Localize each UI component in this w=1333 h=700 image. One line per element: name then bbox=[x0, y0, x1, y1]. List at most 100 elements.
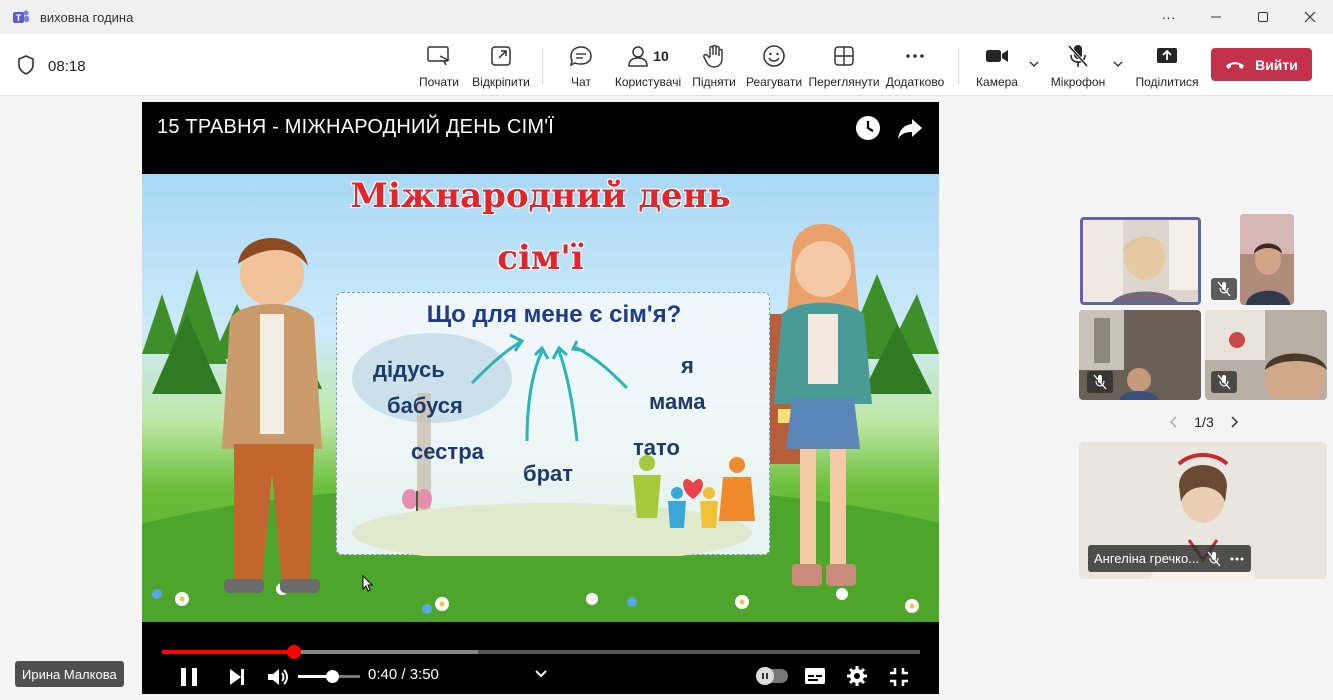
word-mom: мама bbox=[649, 389, 706, 414]
people-label: Користувачі bbox=[614, 75, 682, 89]
participant-4-muted bbox=[1211, 371, 1237, 393]
slide-board: Що для мене є сім'я? дідусь бабуся сестр… bbox=[336, 292, 770, 556]
participant-tile-2[interactable] bbox=[1240, 214, 1294, 305]
word-grandpa: дідусь bbox=[373, 357, 445, 382]
react-button[interactable]: Реагувати bbox=[746, 42, 802, 90]
toolbar-divider bbox=[958, 48, 959, 84]
svg-text:T: T bbox=[16, 13, 22, 23]
window-title: виховна година bbox=[40, 9, 134, 25]
leave-label: Вийти bbox=[1255, 56, 1298, 73]
butterfly-icon bbox=[402, 489, 432, 511]
more-label: Додатково bbox=[885, 75, 945, 89]
volume-slider-knob[interactable] bbox=[326, 670, 340, 683]
participant-video bbox=[1240, 214, 1294, 305]
grid-view-icon bbox=[834, 46, 854, 66]
share-label: Поділитися bbox=[1135, 75, 1199, 89]
video-controls: 0:40 / 3:50 bbox=[142, 622, 939, 694]
spotlight-name: Ангеліна гречко... bbox=[1094, 551, 1200, 566]
watch-later-icon[interactable] bbox=[854, 114, 882, 142]
shield-icon bbox=[18, 55, 34, 75]
smiley-icon bbox=[763, 45, 785, 67]
chat-icon bbox=[569, 46, 592, 67]
chapter-chevron-icon[interactable] bbox=[534, 668, 548, 680]
maximize-icon[interactable] bbox=[1239, 0, 1286, 34]
pause-icon[interactable] bbox=[178, 666, 200, 688]
toolbar-divider bbox=[542, 48, 543, 84]
more-dots-icon bbox=[906, 54, 924, 58]
autoplay-toggle[interactable] bbox=[756, 667, 788, 685]
board-question: Що для мене є сім'я? bbox=[426, 301, 682, 328]
title-bar: T виховна година ··· bbox=[0, 0, 1333, 34]
participant-tile-3[interactable] bbox=[1079, 310, 1201, 400]
presenter-name-label: Ирина Малкова bbox=[15, 661, 124, 687]
participant-spotlight-tile[interactable]: Ангеліна гречко... bbox=[1079, 442, 1327, 579]
view-button[interactable]: Переглянути bbox=[808, 42, 880, 90]
popout-label: Відкріпити bbox=[472, 75, 530, 89]
board-illustration bbox=[352, 333, 755, 556]
chat-label: Чат bbox=[571, 75, 591, 89]
settings-gear-icon[interactable] bbox=[846, 665, 868, 687]
volume-icon[interactable] bbox=[266, 666, 290, 688]
chat-button[interactable]: Чат bbox=[567, 42, 595, 90]
meeting-toolbar: 08:18 Почати Відкріпити Чат 10 Користува… bbox=[0, 34, 1333, 96]
mic-options-chevron-icon[interactable] bbox=[1112, 58, 1124, 70]
mic-off-icon bbox=[1217, 374, 1231, 390]
participant-tile-4[interactable] bbox=[1205, 310, 1327, 400]
close-icon[interactable] bbox=[1286, 0, 1333, 34]
share-button[interactable]: Поділитися bbox=[1135, 42, 1199, 90]
meeting-timer: 08:18 bbox=[48, 58, 86, 75]
pager-label: 1/3 bbox=[1194, 414, 1214, 430]
word-sister: сестра bbox=[411, 439, 484, 464]
share-arrow-icon[interactable] bbox=[896, 114, 924, 142]
participant-2-muted bbox=[1211, 278, 1237, 300]
mic-off-icon bbox=[1067, 44, 1089, 68]
people-count: 10 bbox=[653, 48, 669, 64]
start-label: Почати bbox=[419, 75, 459, 89]
people-button[interactable]: 10 Користувачі bbox=[614, 42, 682, 90]
participant-video bbox=[1083, 220, 1198, 302]
mic-off-icon bbox=[1207, 551, 1221, 566]
screen-start-icon bbox=[427, 46, 451, 66]
word-dad: тато bbox=[633, 435, 680, 460]
more-options-icon[interactable]: ··· bbox=[1145, 0, 1192, 34]
word-grandma: бабуся bbox=[387, 393, 463, 418]
popout-button[interactable]: Відкріпити bbox=[472, 42, 530, 90]
camera-options-chevron-icon[interactable] bbox=[1028, 58, 1040, 70]
minimize-icon[interactable] bbox=[1192, 0, 1239, 34]
raise-hand-button[interactable]: Підняти bbox=[692, 42, 736, 90]
more-dots-icon[interactable] bbox=[1229, 556, 1245, 562]
mic-off-icon bbox=[1093, 374, 1107, 390]
mic-off-icon bbox=[1217, 281, 1231, 297]
raise-hand-label: Підняти bbox=[692, 75, 736, 89]
view-label: Переглянути bbox=[808, 75, 880, 89]
start-button[interactable]: Почати bbox=[418, 42, 460, 90]
exit-fullscreen-icon[interactable] bbox=[888, 666, 910, 688]
camera-label: Камера bbox=[976, 75, 1018, 89]
camera-icon bbox=[986, 50, 1008, 62]
share-screen-icon bbox=[1157, 48, 1177, 63]
next-icon[interactable] bbox=[226, 666, 248, 688]
progress-scrubber[interactable] bbox=[286, 645, 301, 659]
video-frame: Міжнародний день сім'ї Що для мене є сім… bbox=[142, 174, 939, 622]
participant-tile-active[interactable] bbox=[1080, 217, 1201, 305]
subtitles-icon[interactable] bbox=[804, 666, 826, 686]
participant-pager: 1/3 bbox=[1168, 412, 1240, 432]
camera-button[interactable]: Камера bbox=[976, 42, 1018, 90]
teams-logo-icon: T bbox=[13, 10, 29, 23]
word-me: я bbox=[681, 353, 694, 378]
mouse-cursor-icon bbox=[362, 575, 374, 592]
mic-button[interactable]: Мікрофон bbox=[1050, 42, 1106, 90]
autoplay-pause-icon bbox=[762, 673, 768, 679]
leave-button[interactable]: Вийти bbox=[1211, 48, 1312, 81]
chevron-right-icon[interactable] bbox=[1228, 415, 1240, 429]
shared-video-player[interactable]: 15 ТРАВНЯ - МІЖНАРОДНИЙ ДЕНЬ СІМ'Ї Міжна… bbox=[142, 102, 939, 694]
video-title: 15 ТРАВНЯ - МІЖНАРОДНИЙ ДЕНЬ СІМ'Ї bbox=[157, 116, 554, 138]
presenter-name: Ирина Малкова bbox=[22, 666, 117, 682]
slide-title-line1: Міжнародний день bbox=[350, 176, 731, 216]
video-time: 0:40 / 3:50 bbox=[368, 666, 439, 683]
slide-title-line2: сім'ї bbox=[497, 238, 584, 278]
word-brother: брат bbox=[523, 461, 574, 486]
chevron-left-icon[interactable] bbox=[1168, 415, 1180, 429]
more-button[interactable]: Додатково bbox=[886, 42, 944, 90]
people-icon bbox=[628, 46, 648, 67]
